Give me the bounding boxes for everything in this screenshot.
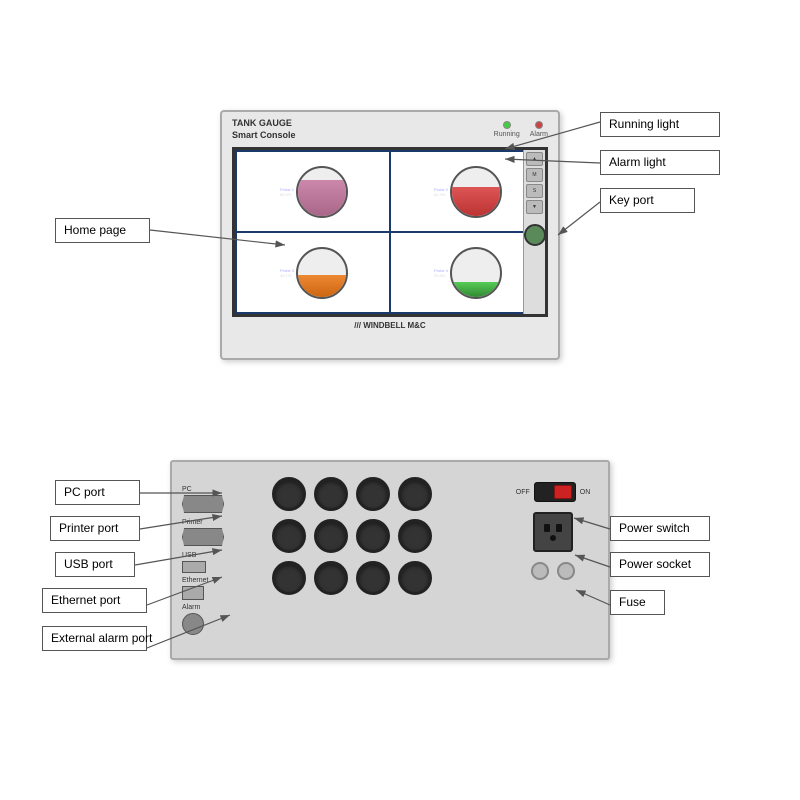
label-home-page: Home page [55, 218, 150, 243]
screen-q1: Probe 1 85.6% [237, 152, 389, 231]
tank-q1 [296, 166, 348, 218]
device-title: TANK GAUGE Smart Console [232, 118, 296, 141]
back-panel: PC Printer USB Ethernet Alarm [170, 460, 610, 660]
socket-top-holes [544, 524, 562, 532]
tank-gauge-console: TANK GAUGE Smart Console Running Alarm P… [220, 110, 560, 360]
ports-grid [272, 477, 436, 599]
usb-connector[interactable] [182, 561, 206, 573]
label-key-port: Key port [600, 188, 695, 213]
ethernet-connector[interactable] [182, 586, 204, 600]
label-alarm-light: Alarm light [600, 150, 720, 175]
round-port-10[interactable] [314, 561, 348, 595]
fuse-area [531, 562, 575, 580]
round-port-1[interactable] [272, 477, 306, 511]
switch-off-label: OFF [516, 489, 530, 496]
alarm-connector[interactable] [182, 613, 204, 635]
label-fuse: Fuse [610, 590, 665, 615]
socket-hole-right [556, 524, 562, 532]
alarm-connector-label: Alarm [182, 604, 262, 611]
power-switch-area: OFF ON [516, 482, 591, 502]
label-running-light: Running light [600, 112, 720, 137]
key-port-button[interactable] [524, 224, 546, 246]
back-right-panel: OFF ON [508, 482, 598, 580]
side-btn-4[interactable]: ▼ [526, 200, 543, 214]
pc-connector[interactable] [182, 495, 224, 513]
alarm-light-indicator: Alarm [530, 121, 548, 138]
rocker-knob [554, 485, 572, 499]
socket-hole-ground [550, 535, 556, 541]
screen-q2: Probe 2 62.3% [391, 152, 543, 231]
label-power-socket: Power socket [610, 552, 710, 577]
label-external-alarm: External alarm port [42, 626, 147, 651]
fuse-2[interactable] [557, 562, 575, 580]
round-port-4[interactable] [398, 477, 432, 511]
tank-q4 [450, 247, 502, 299]
round-port-3[interactable] [356, 477, 390, 511]
printer-connector[interactable] [182, 528, 224, 546]
round-port-9[interactable] [272, 561, 306, 595]
socket-hole-left [544, 524, 550, 532]
round-port-2[interactable] [314, 477, 348, 511]
tank-q3 [296, 247, 348, 299]
side-btn-2[interactable]: M [526, 168, 543, 182]
printer-label: Printer [182, 519, 262, 526]
ethernet-label: Ethernet [182, 577, 262, 584]
round-port-5[interactable] [272, 519, 306, 553]
screen-q4: Probe 4 30.8% [391, 233, 543, 312]
tank-q2 [450, 166, 502, 218]
running-dot [503, 121, 511, 129]
round-port-12[interactable] [398, 561, 432, 595]
label-usb-port: USB port [55, 552, 135, 577]
screen-q3: Probe 3 45.1% [237, 233, 389, 312]
round-port-6[interactable] [314, 519, 348, 553]
power-socket [533, 512, 573, 552]
round-port-7[interactable] [356, 519, 390, 553]
device-screen: Probe 1 85.6% Probe 2 62.3% Probe 3 45.1… [232, 147, 548, 317]
back-left-connectors: PC Printer USB Ethernet Alarm [182, 482, 262, 637]
pc-label: PC [182, 486, 262, 493]
alarm-dot [535, 121, 543, 129]
usb-label: USB [182, 552, 262, 559]
device-logo: /// WINDBELL M&C [222, 321, 558, 330]
label-power-switch: Power switch [610, 516, 710, 541]
switch-on-label: ON [580, 489, 591, 496]
fuse-1[interactable] [531, 562, 549, 580]
side-btn-1[interactable]: ▲ [526, 152, 543, 166]
label-ethernet-port: Ethernet port [42, 588, 147, 613]
round-port-8[interactable] [398, 519, 432, 553]
running-light-indicator: Running [494, 121, 520, 138]
label-printer-port: Printer port [50, 516, 140, 541]
round-port-11[interactable] [356, 561, 390, 595]
label-pc-port: PC port [55, 480, 140, 505]
power-switch[interactable] [534, 482, 576, 502]
side-btn-3[interactable]: S [526, 184, 543, 198]
